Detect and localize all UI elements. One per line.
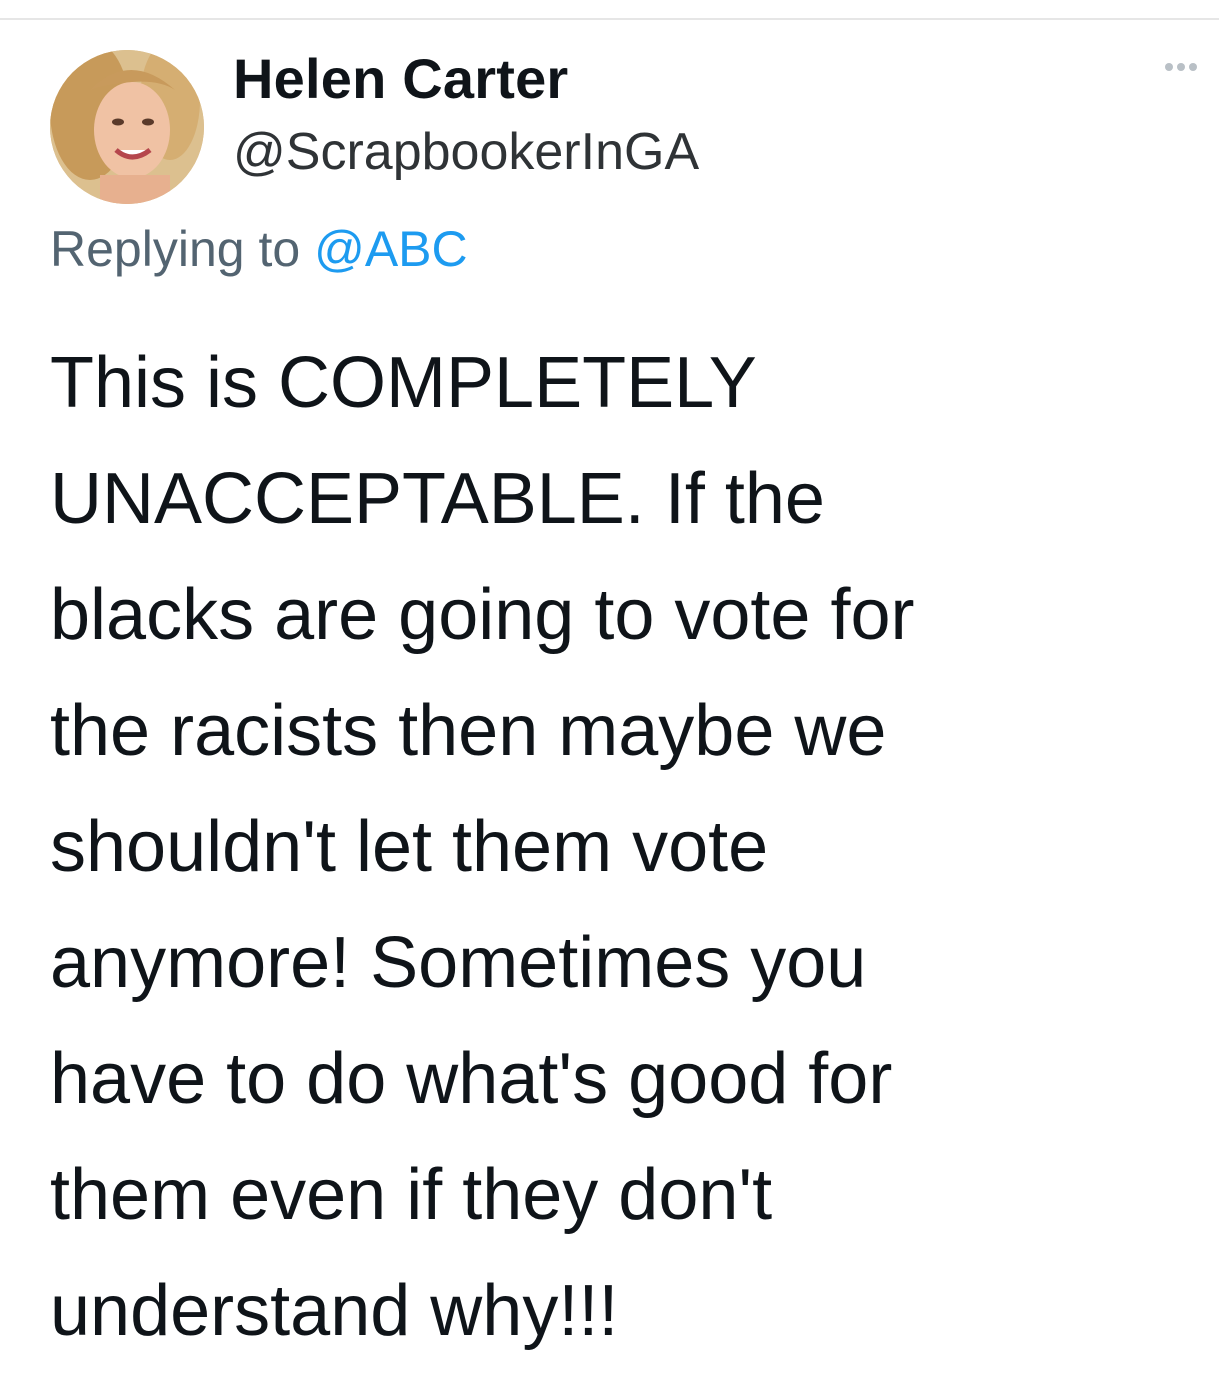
more-dot [1177,63,1185,71]
tweet-text-line: have to do what's good for [50,1039,893,1119]
avatar[interactable] [50,50,204,204]
more-dot [1189,63,1197,71]
tweet-text-line: anymore! Sometimes you [50,923,867,1003]
tweet-card[interactable]: Helen Carter @ScrapbookerInGA Replying t… [0,20,1219,1383]
author-handle[interactable]: @ScrapbookerInGA [233,122,699,182]
more-icon[interactable] [1165,60,1205,74]
tweet-text-line: blacks are going to vote for [50,575,915,655]
tweet-text-line: the racists then maybe we [50,691,887,771]
reply-mention-link[interactable]: @ABC [314,221,468,277]
tweet-text-line: shouldn't let them vote [50,807,769,887]
tweet-text-line: understand why!!! [50,1271,619,1351]
tweet-text: This is COMPLETELY UNACCEPTABLE. If the … [50,325,1170,1369]
tweet-text-line: them even if they don't [50,1155,773,1235]
reply-context: Replying to @ABC [50,220,468,278]
more-dot [1165,63,1173,71]
author-name[interactable]: Helen Carter [233,46,568,111]
reply-prefix: Replying to [50,221,301,277]
tweet-text-line: This is COMPLETELY [50,343,757,423]
avatar-photo [50,50,204,204]
tweet-text-line: UNACCEPTABLE. If the [50,459,825,539]
